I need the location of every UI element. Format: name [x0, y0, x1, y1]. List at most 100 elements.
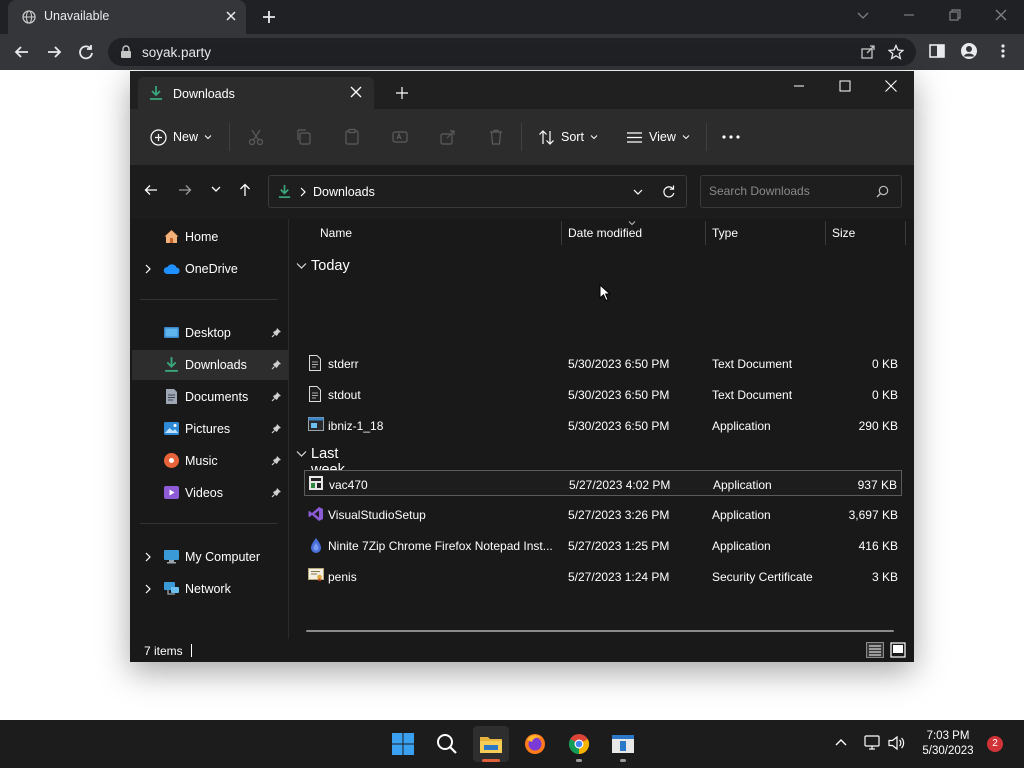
- pin-icon[interactable]: [271, 391, 282, 402]
- close-tab-icon[interactable]: [350, 86, 362, 98]
- file-row[interactable]: vac470 5/27/2023 4:02 PM Application 937…: [304, 470, 902, 496]
- taskbar-firefox[interactable]: [517, 726, 553, 762]
- recent-locations-chevron-icon[interactable]: [210, 183, 222, 195]
- column-header-date-modified[interactable]: Date modified: [568, 226, 642, 240]
- see-more-button[interactable]: [722, 109, 740, 165]
- tab-search-chevron-icon[interactable]: [856, 8, 870, 22]
- cut-button[interactable]: [247, 109, 265, 165]
- back-arrow-icon[interactable]: [12, 42, 32, 62]
- address-bar[interactable]: Downloads: [268, 175, 687, 208]
- horizontal-scrollbar[interactable]: [306, 630, 894, 632]
- refresh-icon[interactable]: [661, 184, 676, 199]
- column-divider[interactable]: [705, 221, 706, 245]
- back-arrow-icon[interactable]: [144, 183, 158, 197]
- explorer-tab-downloads[interactable]: Downloads: [138, 77, 374, 109]
- show-hidden-icons-chevron-icon[interactable]: [834, 735, 848, 749]
- nav-item-pictures[interactable]: Pictures: [132, 414, 288, 444]
- address-bar[interactable]: soyak.party: [108, 38, 916, 66]
- pin-icon[interactable]: [271, 359, 282, 370]
- volume-icon[interactable]: [888, 735, 906, 751]
- nav-item-onedrive[interactable]: OneDrive: [132, 254, 288, 284]
- pin-icon[interactable]: [271, 455, 282, 466]
- new-tab-plus-icon[interactable]: [396, 87, 408, 99]
- chevron-right-icon[interactable]: [144, 552, 152, 562]
- search-input[interactable]: [709, 184, 869, 198]
- forward-arrow-icon[interactable]: [178, 183, 192, 197]
- view-button[interactable]: View: [626, 109, 690, 165]
- file-row[interactable]: stderr 5/30/2023 6:50 PM Text Document 0…: [304, 350, 902, 376]
- search-box[interactable]: [700, 175, 902, 208]
- nav-item-network[interactable]: Network: [132, 574, 288, 604]
- pane-divider[interactable]: [288, 219, 289, 639]
- chrome-icon: [567, 732, 591, 756]
- taskbar-chrome[interactable]: [561, 726, 597, 762]
- notification-badge[interactable]: 2: [987, 736, 1003, 752]
- share-icon[interactable]: [860, 44, 876, 60]
- nav-item-home[interactable]: Home: [132, 222, 288, 252]
- more-vert-icon[interactable]: [994, 42, 1012, 60]
- breadcrumb-chevron-icon[interactable]: [299, 186, 307, 198]
- system-clock[interactable]: 7:03 PM 5/30/2023: [912, 729, 984, 759]
- lock-icon[interactable]: [120, 45, 132, 59]
- file-explorer-window: Downloads New Sort View Downloads Search…: [130, 71, 914, 662]
- pin-icon[interactable]: [271, 423, 282, 434]
- column-header-type[interactable]: Type: [712, 226, 738, 240]
- network-status-icon[interactable]: [864, 735, 882, 751]
- nav-item-videos[interactable]: Videos: [132, 478, 288, 508]
- close-window-icon[interactable]: [884, 79, 898, 93]
- nav-item-documents[interactable]: Documents: [132, 382, 288, 412]
- start-button[interactable]: [385, 726, 421, 762]
- new-tab-plus-icon[interactable]: [260, 8, 278, 26]
- rename-button[interactable]: [391, 109, 409, 165]
- maximize-icon[interactable]: [838, 79, 852, 93]
- sort-button[interactable]: Sort: [538, 109, 598, 165]
- taskbar-search-button[interactable]: [429, 726, 465, 762]
- column-header-size[interactable]: Size: [832, 226, 855, 240]
- share-button[interactable]: [439, 109, 457, 165]
- add-circle-icon: [150, 128, 167, 146]
- file-row[interactable]: Ninite 7Zip Chrome Firefox Notepad Inst.…: [304, 532, 902, 558]
- pin-icon[interactable]: [271, 487, 282, 498]
- breadcrumb-downloads[interactable]: Downloads: [313, 185, 375, 199]
- file-row[interactable]: VisualStudioSetup 5/27/2023 3:26 PM Appl…: [304, 501, 902, 527]
- column-header-name[interactable]: Name: [320, 226, 352, 240]
- forward-arrow-icon[interactable]: [44, 42, 64, 62]
- nav-item-label: Pictures: [185, 422, 231, 436]
- address-history-chevron-icon[interactable]: [632, 186, 644, 198]
- file-row[interactable]: penis 5/27/2023 1:24 PM Security Certifi…: [304, 563, 902, 589]
- tiles-view-icon[interactable]: [890, 642, 906, 658]
- bookmark-star-icon[interactable]: [888, 44, 904, 60]
- new-button[interactable]: New: [150, 109, 212, 165]
- copy-button[interactable]: [295, 109, 313, 165]
- close-tab-icon[interactable]: [224, 9, 238, 23]
- file-row[interactable]: ibniz-1_18 5/30/2023 6:50 PM Application…: [304, 412, 902, 438]
- taskbar-file-explorer[interactable]: [473, 726, 509, 762]
- text-document-icon: [308, 355, 322, 371]
- profile-avatar-icon[interactable]: [960, 42, 978, 60]
- details-view-icon[interactable]: [866, 642, 884, 658]
- reload-icon[interactable]: [76, 42, 96, 62]
- up-arrow-icon[interactable]: [238, 183, 252, 197]
- pin-icon[interactable]: [271, 327, 282, 338]
- file-row[interactable]: stdout 5/30/2023 6:50 PM Text Document 0…: [304, 381, 902, 407]
- nav-item-label: Documents: [185, 390, 249, 404]
- delete-button[interactable]: [487, 109, 505, 165]
- search-icon[interactable]: [876, 185, 889, 198]
- chevron-right-icon[interactable]: [144, 264, 152, 274]
- side-panel-icon[interactable]: [928, 42, 946, 60]
- restore-icon[interactable]: [948, 8, 962, 22]
- column-divider[interactable]: [561, 221, 562, 245]
- column-divider[interactable]: [825, 221, 826, 245]
- nav-item-music[interactable]: Music: [132, 446, 288, 476]
- chevron-right-icon[interactable]: [144, 584, 152, 594]
- minimize-icon[interactable]: [792, 79, 806, 93]
- taskbar-app-window[interactable]: [605, 726, 641, 762]
- minimize-icon[interactable]: [902, 8, 916, 22]
- close-window-icon[interactable]: [994, 8, 1008, 22]
- nav-item-my-computer[interactable]: My Computer: [132, 542, 288, 572]
- nav-item-downloads[interactable]: Downloads: [132, 350, 288, 380]
- nav-item-desktop[interactable]: Desktop: [132, 318, 288, 348]
- browser-tab[interactable]: Unavailable: [8, 0, 246, 34]
- paste-button[interactable]: [343, 109, 361, 165]
- column-divider[interactable]: [905, 221, 906, 245]
